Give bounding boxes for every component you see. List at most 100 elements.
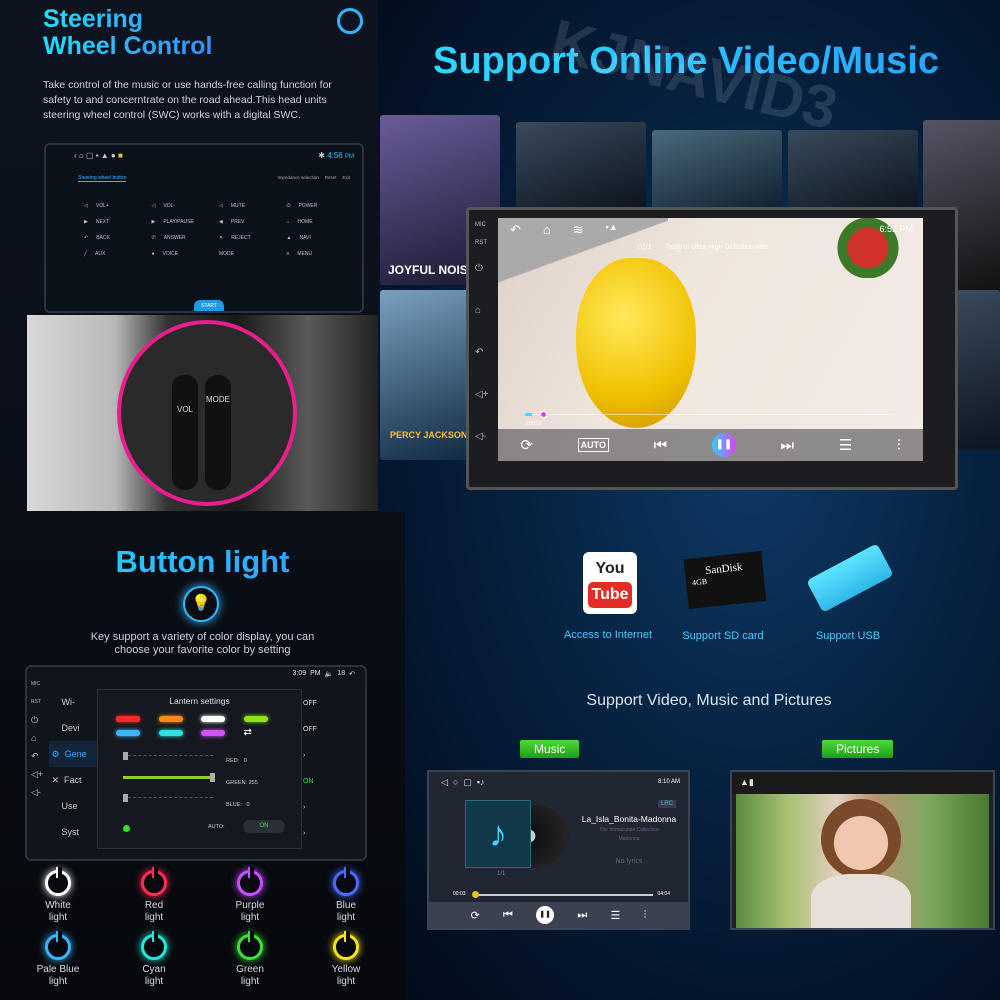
back-icon[interactable]: ↶ [349,670,355,678]
power-icon[interactable]: ⏻ [475,260,489,278]
red-value: 0 [243,758,247,764]
chevron-right-icon[interactable]: › [303,821,317,847]
color-preview-dot [123,825,130,832]
vol-up-icon[interactable]: ◁+ [31,765,43,783]
back-icon[interactable]: ↶ [31,747,43,765]
power-icon[interactable]: ⏻ [31,711,43,729]
color-swatch[interactable] [201,716,225,722]
green-slider[interactable] [123,773,215,782]
cycle-icon[interactable]: ⇄ [244,728,287,738]
color-swatch[interactable] [158,730,183,736]
light-option: White light [13,867,103,924]
repeat-icon[interactable]: ⟳ [520,436,533,454]
toggle[interactable]: OFF [303,717,317,743]
swc-button[interactable]: ⏻ POWER [287,203,355,209]
toggle[interactable]: OFF [303,691,317,717]
light-sub: light [48,976,68,987]
music-progress-track[interactable] [472,891,653,898]
usb-drive-logo [806,543,894,613]
auto-toggle[interactable]: ON [243,820,285,833]
toggle[interactable]: ON [303,769,317,795]
side-buttons: MIC RST ⏻ ⌂ ↶ ◁+ ◁- [475,216,489,446]
playlist-icon[interactable]: ☰ [839,436,852,454]
color-swatch[interactable] [158,716,183,722]
back-icon[interactable]: ↶ [475,344,489,362]
swc-button[interactable]: MODE [219,251,287,257]
title-line: Wheel Control [43,32,213,60]
picture-status-bar: ▲▮ [732,772,993,794]
home-icon[interactable]: ⌂ [31,729,43,747]
home-icon[interactable]: ⌂ [543,222,551,238]
next-icon[interactable]: ⏭ [577,909,587,922]
exit-option[interactable]: Exit [342,175,350,180]
vol-down-icon[interactable]: ◁- [475,428,489,446]
vol-down-icon[interactable]: ◁- [31,783,43,801]
layers-icon[interactable]: ≋ [573,222,584,238]
repeat-icon[interactable]: ⟳ [471,909,480,922]
clock-ampm: PM [310,670,321,677]
equalizer-icon[interactable]: ⫶ [644,909,647,922]
swc-button[interactable]: ⌂ HOME [287,219,355,225]
home-icon[interactable]: ⌂ [475,302,489,320]
previous-icon[interactable]: ⏮ [503,909,513,922]
swc-button[interactable]: ● VOICE [152,251,220,257]
reset-option[interactable]: Reset [325,175,337,180]
nav-icons[interactable]: ‹ ⌂ ▢ ▪ ▲ ● ■ [74,151,123,160]
swc-button[interactable]: ◀ PREV [219,219,287,225]
color-swatch[interactable] [243,716,268,722]
music-time: 8:10 AM [657,779,680,785]
blue-slider[interactable] [123,794,213,802]
previous-icon[interactable]: ⏮ [654,437,668,454]
video-screen[interactable]: ↶ ⌂ ≋ ▪▲ 6:52 PM 01/1 Tasty in Ultra High De… [498,218,923,461]
notification-icons: ▪▲ [605,222,618,232]
pause-button[interactable]: ❚❚ [536,906,555,924]
button-light-title: Button light [0,544,405,580]
music-nav[interactable]: ◁ ○ ▢ ▪♪ [441,777,485,788]
slider-handle[interactable] [123,752,128,760]
movie-poster [652,130,782,210]
light-sub: light [48,912,68,923]
pause-button[interactable]: ❚❚ [711,433,736,457]
chevron-right-icon[interactable]: › [303,795,317,821]
tab-steering-wheel-button[interactable]: Steering wheel button [78,175,127,182]
slider-handle[interactable] [123,794,128,802]
blue-label: BLUE: [226,802,242,808]
mode-button: MODE [205,375,231,490]
chevron-right-icon[interactable]: › [303,743,317,769]
music-progress-knob[interactable] [472,891,480,898]
swc-button[interactable]: ▶ NEXT [84,219,152,225]
slider-handle[interactable] [210,773,215,782]
youtube-logo: You Tube [583,552,637,614]
swc-button[interactable]: ◁ MUTE [219,203,287,209]
color-swatch[interactable] [116,716,140,722]
music-elapsed: 00:03 [453,891,466,897]
swc-button[interactable]: ◁ VOL+ [84,203,152,209]
vol-up-icon[interactable]: ◁+ [475,386,489,404]
swc-button[interactable]: ▶ PLAY/PAUSE [152,219,220,225]
side-buttons: MIC RST ⏻ ⌂ ↶ ◁+ ◁- [31,675,43,801]
swc-button[interactable]: ╱ AUX [84,251,152,257]
red-slider[interactable] [123,752,213,760]
equalizer-icon[interactable]: ⫶ [897,437,901,454]
swc-button[interactable]: ▲ NAVI [287,235,355,241]
impedance-option[interactable]: Impedance selection [277,175,318,180]
swc-button[interactable]: ↶ BACK [84,235,152,241]
clock: 3:09 [292,670,307,677]
light-sub: light [144,976,164,987]
playlist-icon[interactable]: ☰ [611,909,621,922]
video-progress-track[interactable] [525,411,895,418]
back-icon[interactable]: ↶ [510,222,521,238]
start-button[interactable]: START [194,300,224,311]
swc-button[interactable]: ✕ REJECT [219,235,287,241]
movie-poster [956,290,1000,450]
lrc-button[interactable]: LRC [657,800,676,808]
color-swatch[interactable] [116,730,140,736]
swc-button[interactable]: ✆ ANSWER [152,235,220,241]
color-swatch[interactable] [201,730,225,736]
next-icon[interactable]: ⏭ [781,437,795,454]
swc-button[interactable]: ≡ MENU [287,251,355,257]
video-progress-knob[interactable] [540,411,548,418]
description-line: choose your favorite color by setting [114,644,291,656]
swc-button[interactable]: ◁ VOL- [152,203,220,209]
auto-button[interactable]: AUTO [577,438,609,452]
